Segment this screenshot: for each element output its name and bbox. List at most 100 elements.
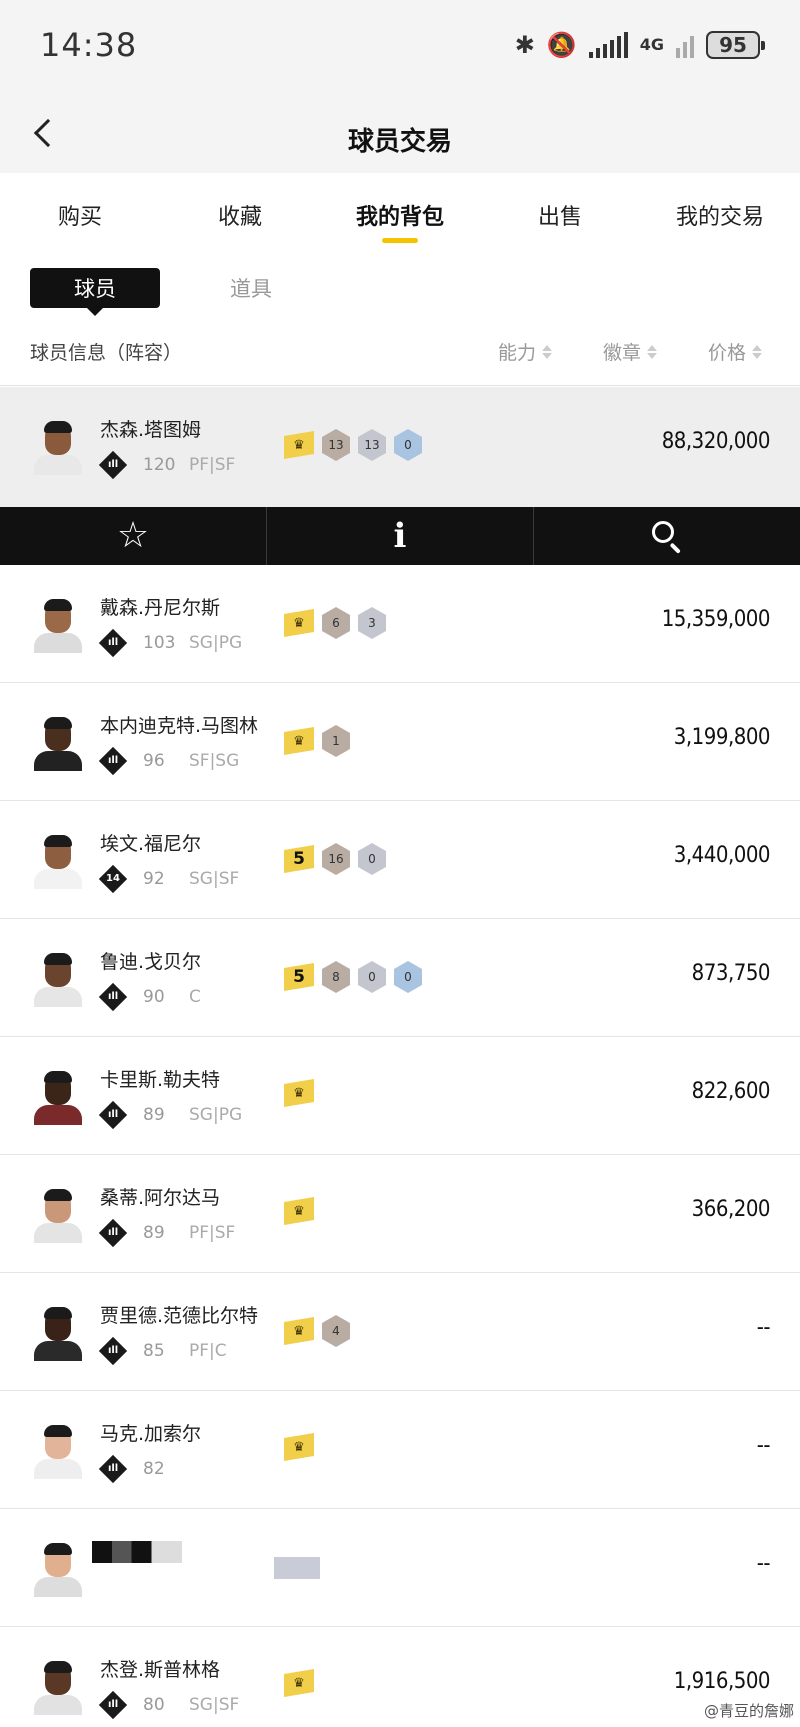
avatar-jersey (34, 1577, 82, 1597)
badge-silver-icon: 3 (358, 607, 386, 639)
player-position: C (189, 987, 201, 1007)
censored-badge (274, 1557, 320, 1579)
avatar-hair (44, 599, 72, 611)
player-row[interactable]: -- (0, 1509, 800, 1627)
info-button[interactable]: i (267, 507, 534, 565)
avatar-jersey (34, 633, 82, 653)
avatar-jersey (34, 1459, 82, 1479)
player-avatar (30, 1541, 86, 1597)
tier-icon: ıll (98, 1218, 128, 1248)
tier-icon: ıll (98, 1100, 128, 1130)
player-position: SG|SF (189, 869, 240, 889)
sort-price[interactable]: 价格 (708, 338, 763, 365)
avatar-jersey (34, 1695, 82, 1715)
player-row[interactable]: 鲁迪.戈贝尔 ıll 90 C 5 8 0 0 873,750 (0, 919, 800, 1037)
player-avatar (30, 715, 86, 771)
signal-tier-icon: ıll (107, 458, 119, 470)
player-name: 埃文.福尼尔 (100, 833, 202, 855)
battery-icon: 95 (706, 31, 765, 59)
tab-my-trades[interactable]: 我的交易 (640, 173, 800, 253)
player-row[interactable]: 桑蒂.阿尔达马 ıll 89 PF|SF ♛ 366,200 (0, 1155, 800, 1273)
player-meta: ıll 82 (98, 1454, 189, 1484)
badge-group: ♛ (284, 1669, 314, 1697)
sort-price-label: 价格 (708, 342, 747, 364)
player-avatar (30, 419, 86, 475)
badge-silver-icon: 0 (358, 961, 386, 993)
bluetooth-icon: ✱ (514, 31, 535, 59)
signal-tier-icon: ıll (107, 1462, 119, 1474)
badge-bronze-icon: 8 (322, 961, 350, 993)
avatar-jersey (34, 869, 82, 889)
badge-group: ♛ 6 3 (284, 607, 386, 639)
player-meta: ıll 90 C (98, 982, 201, 1012)
player-avatar (30, 1187, 86, 1243)
player-avatar (30, 1659, 86, 1715)
status-time: 14:38 (40, 26, 138, 64)
segment-players[interactable]: 球员 (30, 268, 160, 316)
sort-badges-label: 徽章 (603, 342, 642, 364)
player-name: 马克.加索尔 (100, 1423, 202, 1445)
player-meta: ıll 103 SG|PG (98, 628, 242, 658)
tab-my-backpack[interactable]: 我的背包 (320, 173, 480, 253)
sort-ability[interactable]: 能力 (498, 338, 553, 365)
star-icon: ☆ (116, 515, 150, 556)
tier-icon: ıll (98, 746, 128, 776)
segment-items[interactable]: 道具 (230, 273, 272, 303)
tab-buy[interactable]: 购买 (0, 173, 160, 253)
badge-bronze-icon: 16 (322, 843, 350, 875)
sort-badges[interactable]: 徽章 (603, 338, 658, 365)
player-name: 贾里德.范德比尔特 (100, 1305, 259, 1327)
player-row[interactable]: 贾里德.范德比尔特 ıll 85 PF|C ♛ 4 -- (0, 1273, 800, 1391)
player-ability: 89 (143, 1105, 165, 1125)
avatar-hair (44, 1543, 72, 1555)
badge-silver-icon: 13 (358, 429, 386, 461)
player-price: 873,750 (691, 961, 771, 986)
info-icon: i (393, 516, 407, 556)
player-row[interactable]: 卡里斯.勒夫特 ıll 89 SG|PG ♛ 822,600 (0, 1037, 800, 1155)
player-ability: 90 (143, 987, 165, 1007)
crown-level: 5 (284, 845, 314, 873)
player-price: 822,600 (691, 1079, 771, 1104)
sort-arrows-icon (542, 344, 553, 359)
avatar-hair (44, 953, 72, 965)
player-row[interactable]: 杰森.塔图姆 ıll 120 PF|SF ♛ 13 13 0 88,320,000 (0, 387, 800, 507)
badge-blue-icon: 0 (394, 429, 422, 461)
player-meta: ıll 96 SF|SG (98, 746, 239, 776)
player-row[interactable]: 马克.加索尔 ıll 82 ♛ -- (0, 1391, 800, 1509)
player-price: -- (756, 1315, 771, 1340)
avatar-hair (44, 1189, 72, 1201)
player-price: 1,916,500 (673, 1669, 771, 1694)
tier-icon: ıll (98, 1690, 128, 1720)
badge-bronze-icon: 1 (322, 725, 350, 757)
player-ability: 80 (143, 1695, 165, 1715)
avatar-hair (44, 835, 72, 847)
crown-icon: ♛ (284, 727, 314, 755)
search-icon (650, 519, 684, 554)
sort-arrows-icon (647, 344, 658, 359)
player-row[interactable]: 戴森.丹尼尔斯 ıll 103 SG|PG ♛ 6 3 15,359,000 (0, 565, 800, 683)
badge-bronze-icon: 4 (322, 1315, 350, 1347)
signal-tier-icon: ıll (107, 636, 119, 648)
badge-blue-icon: 0 (394, 961, 422, 993)
signal-tier-icon: ıll (107, 1108, 119, 1120)
tab-sell[interactable]: 出售 (480, 173, 640, 253)
player-row[interactable]: 杰登.斯普林格 ıll 80 SG|SF ♛ 1,916,500 (0, 1627, 800, 1727)
favorite-button[interactable]: ☆ (0, 507, 267, 565)
player-position: SG|SF (189, 1695, 240, 1715)
player-row[interactable]: 本内迪克特.马图林 ıll 96 SF|SG ♛ 1 3,199,800 (0, 683, 800, 801)
censored-name (92, 1541, 182, 1563)
search-button[interactable] (534, 507, 800, 565)
player-name: 戴森.丹尼尔斯 (100, 597, 221, 619)
avatar-hair (44, 717, 72, 729)
player-ability: 82 (143, 1459, 165, 1479)
tab-favorites[interactable]: 收藏 (160, 173, 320, 253)
network-label: 4G (639, 35, 664, 54)
tier-icon: 14 (98, 864, 128, 894)
player-price: 366,200 (691, 1197, 771, 1222)
player-meta: ıll 89 PF|SF (98, 1218, 235, 1248)
player-row[interactable]: 埃文.福尼尔 14 92 SG|SF 5 16 0 3,440,000 (0, 801, 800, 919)
player-position: SG|PG (189, 1105, 243, 1125)
player-avatar (30, 833, 86, 889)
signal-tier-icon: ıll (107, 754, 119, 766)
player-name: 本内迪克特.马图林 (100, 715, 259, 737)
